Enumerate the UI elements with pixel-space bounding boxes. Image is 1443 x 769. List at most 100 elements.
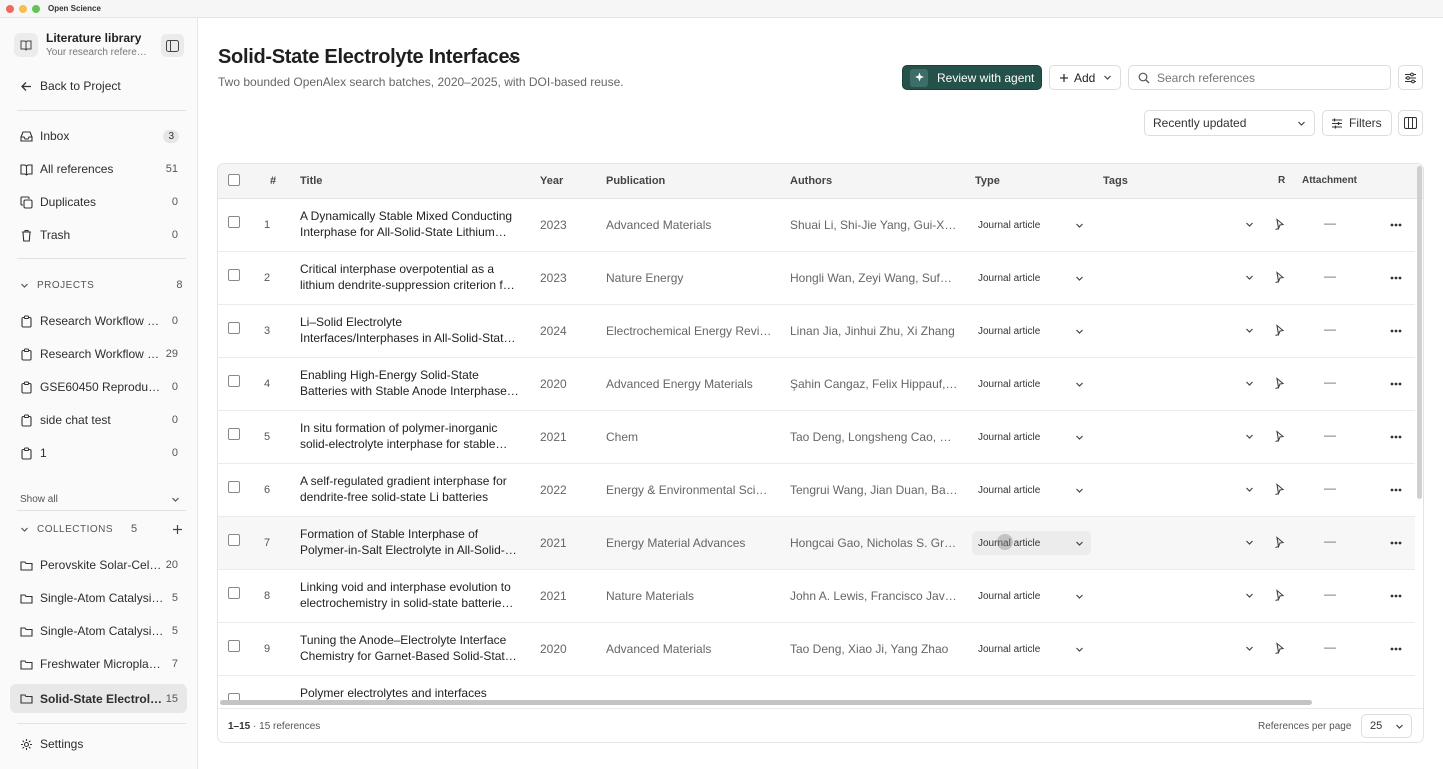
sidebar-item-trash[interactable]: Trash 0 [10,222,187,248]
table-row[interactable]: 6 A self-regulated gradient interphase fo… [218,464,1415,517]
type-select[interactable]: Journal article [972,372,1091,396]
row-checkbox[interactable] [228,534,240,546]
type-select[interactable]: Journal article [972,531,1091,555]
column-header-title[interactable]: Title [300,175,322,187]
filters-button[interactable]: Filters [1322,110,1392,136]
row-more-icon[interactable] [1390,594,1402,598]
row-checkbox[interactable] [228,481,240,493]
row-title[interactable]: Li–Solid Electrolyte Interfaces/Interphas… [300,314,526,348]
table-row[interactable]: 2 Critical interphase overpotential as al… [218,252,1415,305]
type-select[interactable]: Journal article [972,478,1091,502]
table-row[interactable]: 4 Enabling High-Energy Solid-State Batteri… [218,358,1415,411]
sidebar-toggle-button[interactable] [161,34,184,57]
view-options-button[interactable] [1398,65,1423,90]
per-page-select[interactable]: 25 [1361,714,1412,738]
sidebar-item-settings[interactable]: Settings [10,731,187,757]
sidebar-item-collection[interactable]: Freshwater Microplas… 7 [10,651,187,677]
sidebar-item-collection-active[interactable]: Solid-State Electrol… 15 [10,684,187,713]
pin-icon[interactable] [1274,430,1285,442]
vertical-scrollbar[interactable] [1417,166,1422,499]
column-header-attachment[interactable]: Attachment [1302,175,1357,186]
collections-section-header[interactable]: COLLECTIONS 5 [20,521,183,537]
tags-dropdown-chevron-icon[interactable] [1245,273,1254,282]
column-header-num[interactable]: # [270,175,276,187]
row-checkbox[interactable] [228,640,240,652]
type-select[interactable]: Journal article [972,425,1091,449]
type-select[interactable]: Journal article [972,637,1091,661]
pin-icon[interactable] [1274,377,1285,389]
sidebar-item-duplicates[interactable]: Duplicates 0 [10,189,187,215]
table-row[interactable]: 1 A Dynamically Stable Mixed Conducting In… [218,199,1415,252]
row-checkbox[interactable] [228,587,240,599]
sidebar-item-project[interactable]: 1 0 [10,440,187,466]
column-header-authors[interactable]: Authors [790,175,832,187]
column-header-type[interactable]: Type [975,175,1000,187]
row-more-icon[interactable] [1390,488,1402,492]
row-title[interactable]: Enabling High-Energy Solid-State Batterie… [300,367,526,401]
pin-icon[interactable] [1274,324,1285,336]
row-title[interactable]: A Dynamically Stable Mixed Conducting Int… [300,208,526,242]
row-more-icon[interactable] [1390,276,1402,280]
pin-icon[interactable] [1274,271,1285,283]
sort-select[interactable]: Recently updated [1144,110,1315,136]
column-header-r[interactable]: R [1278,175,1285,186]
projects-section-header[interactable]: PROJECTS 8 [20,277,183,293]
row-title[interactable]: A self-regulated gradient interphase for… [300,473,526,507]
tags-dropdown-chevron-icon[interactable] [1245,644,1254,653]
columns-toggle-button[interactable] [1398,110,1423,136]
row-title[interactable]: Tuning the Anode–Electrolyte Interface Ch… [300,632,526,666]
review-with-agent-button[interactable]: Review with agent [902,65,1042,90]
table-row[interactable]: 8 Linking void and interphase evolution t… [218,570,1415,623]
sidebar-item-project[interactable]: side chat test 0 [10,407,187,433]
row-more-icon[interactable] [1390,647,1402,651]
table-row[interactable]: 9 Tuning the Anode–Electrolyte Interface C… [218,623,1415,676]
tags-dropdown-chevron-icon[interactable] [1245,220,1254,229]
minimize-window-button[interactable] [19,4,27,13]
row-checkbox[interactable] [228,216,240,228]
zoom-window-button[interactable] [32,4,40,13]
pin-icon[interactable] [1274,218,1285,230]
sidebar-item-project[interactable]: Research Workflow E… 0 [10,308,187,334]
add-button[interactable]: Add [1049,65,1121,90]
row-more-icon[interactable] [1390,435,1402,439]
sidebar-item-collection[interactable]: Single-Atom Catalysi… 5 [10,618,187,644]
row-checkbox[interactable] [228,269,240,281]
tags-dropdown-chevron-icon[interactable] [1245,326,1254,335]
select-all-checkbox[interactable] [228,174,240,186]
row-title[interactable]: In situ formation of polymer-inorganic so… [300,420,526,454]
tags-dropdown-chevron-icon[interactable] [1245,432,1254,441]
column-header-tags[interactable]: Tags [1103,175,1128,187]
sidebar-item-collection[interactable]: Single-Atom Catalysi… 5 [10,585,187,611]
row-more-icon[interactable] [1390,329,1402,333]
tags-dropdown-chevron-icon[interactable] [1245,591,1254,600]
tags-dropdown-chevron-icon[interactable] [1245,379,1254,388]
row-more-icon[interactable] [1390,223,1402,227]
search-input[interactable] [1157,70,1377,85]
pin-icon[interactable] [1274,536,1285,548]
back-to-project-link[interactable]: Back to Project [10,73,187,99]
row-more-icon[interactable] [1390,541,1402,545]
row-checkbox[interactable] [228,375,240,387]
show-all-projects-button[interactable]: Show all [20,494,180,505]
row-more-icon[interactable] [1390,382,1402,386]
type-select[interactable]: Journal article [972,266,1091,290]
sidebar-item-all-references[interactable]: All references 51 [10,156,187,182]
type-select[interactable]: Journal article [972,213,1091,237]
table-row[interactable]: 3 Li–Solid Electrolyte Interfaces/Interpha… [218,305,1415,358]
row-checkbox[interactable] [228,322,240,334]
close-window-button[interactable] [6,4,14,13]
type-select[interactable]: Journal article [972,584,1091,608]
more-horizontal-icon[interactable] [507,54,521,64]
pin-icon[interactable] [1274,642,1285,654]
type-select[interactable]: Journal article [972,319,1091,343]
sidebar-item-collection[interactable]: Perovskite Solar-Cel… 20 [10,552,187,578]
row-title[interactable]: Linking void and interphase evolution to… [300,579,526,613]
row-checkbox[interactable] [228,428,240,440]
table-row[interactable]: 7 Formation of Stable Interphase of Polyme… [218,517,1415,570]
pin-icon[interactable] [1274,483,1285,495]
row-title[interactable]: Formation of Stable Interphase of Polymer… [300,526,526,560]
tags-dropdown-chevron-icon[interactable] [1245,485,1254,494]
search-box[interactable] [1128,65,1391,90]
sidebar-item-project[interactable]: Research Workflow … 29 [10,341,187,367]
pin-icon[interactable] [1274,589,1285,601]
